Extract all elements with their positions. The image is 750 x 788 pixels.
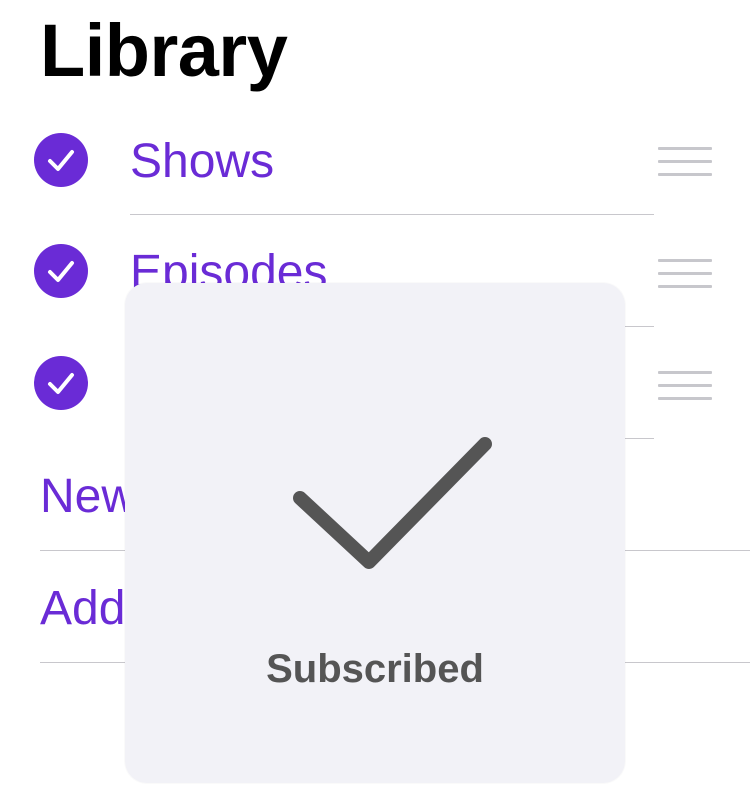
reorder-handle-icon[interactable] <box>658 371 712 401</box>
library-row-label: Shows <box>130 135 275 188</box>
subscribed-hud: Subscribed <box>125 283 625 783</box>
checkmark-circle-icon[interactable] <box>34 356 88 410</box>
checkmark-circle-icon[interactable] <box>34 133 88 187</box>
add-show-button[interactable]: Add <box>40 585 125 633</box>
reorder-handle-icon[interactable] <box>658 147 712 177</box>
new-station-button[interactable]: New <box>40 473 136 521</box>
library-edit-screen: Library Shows Episodes New Add Subscribe… <box>0 0 750 788</box>
checkmark-icon <box>285 428 505 583</box>
library-row-shows[interactable]: Shows <box>0 104 750 216</box>
hud-label: Subscribed <box>266 647 484 691</box>
page-title: Library <box>40 9 288 92</box>
checkmark-circle-icon[interactable] <box>34 244 88 298</box>
reorder-handle-icon[interactable] <box>658 259 712 289</box>
